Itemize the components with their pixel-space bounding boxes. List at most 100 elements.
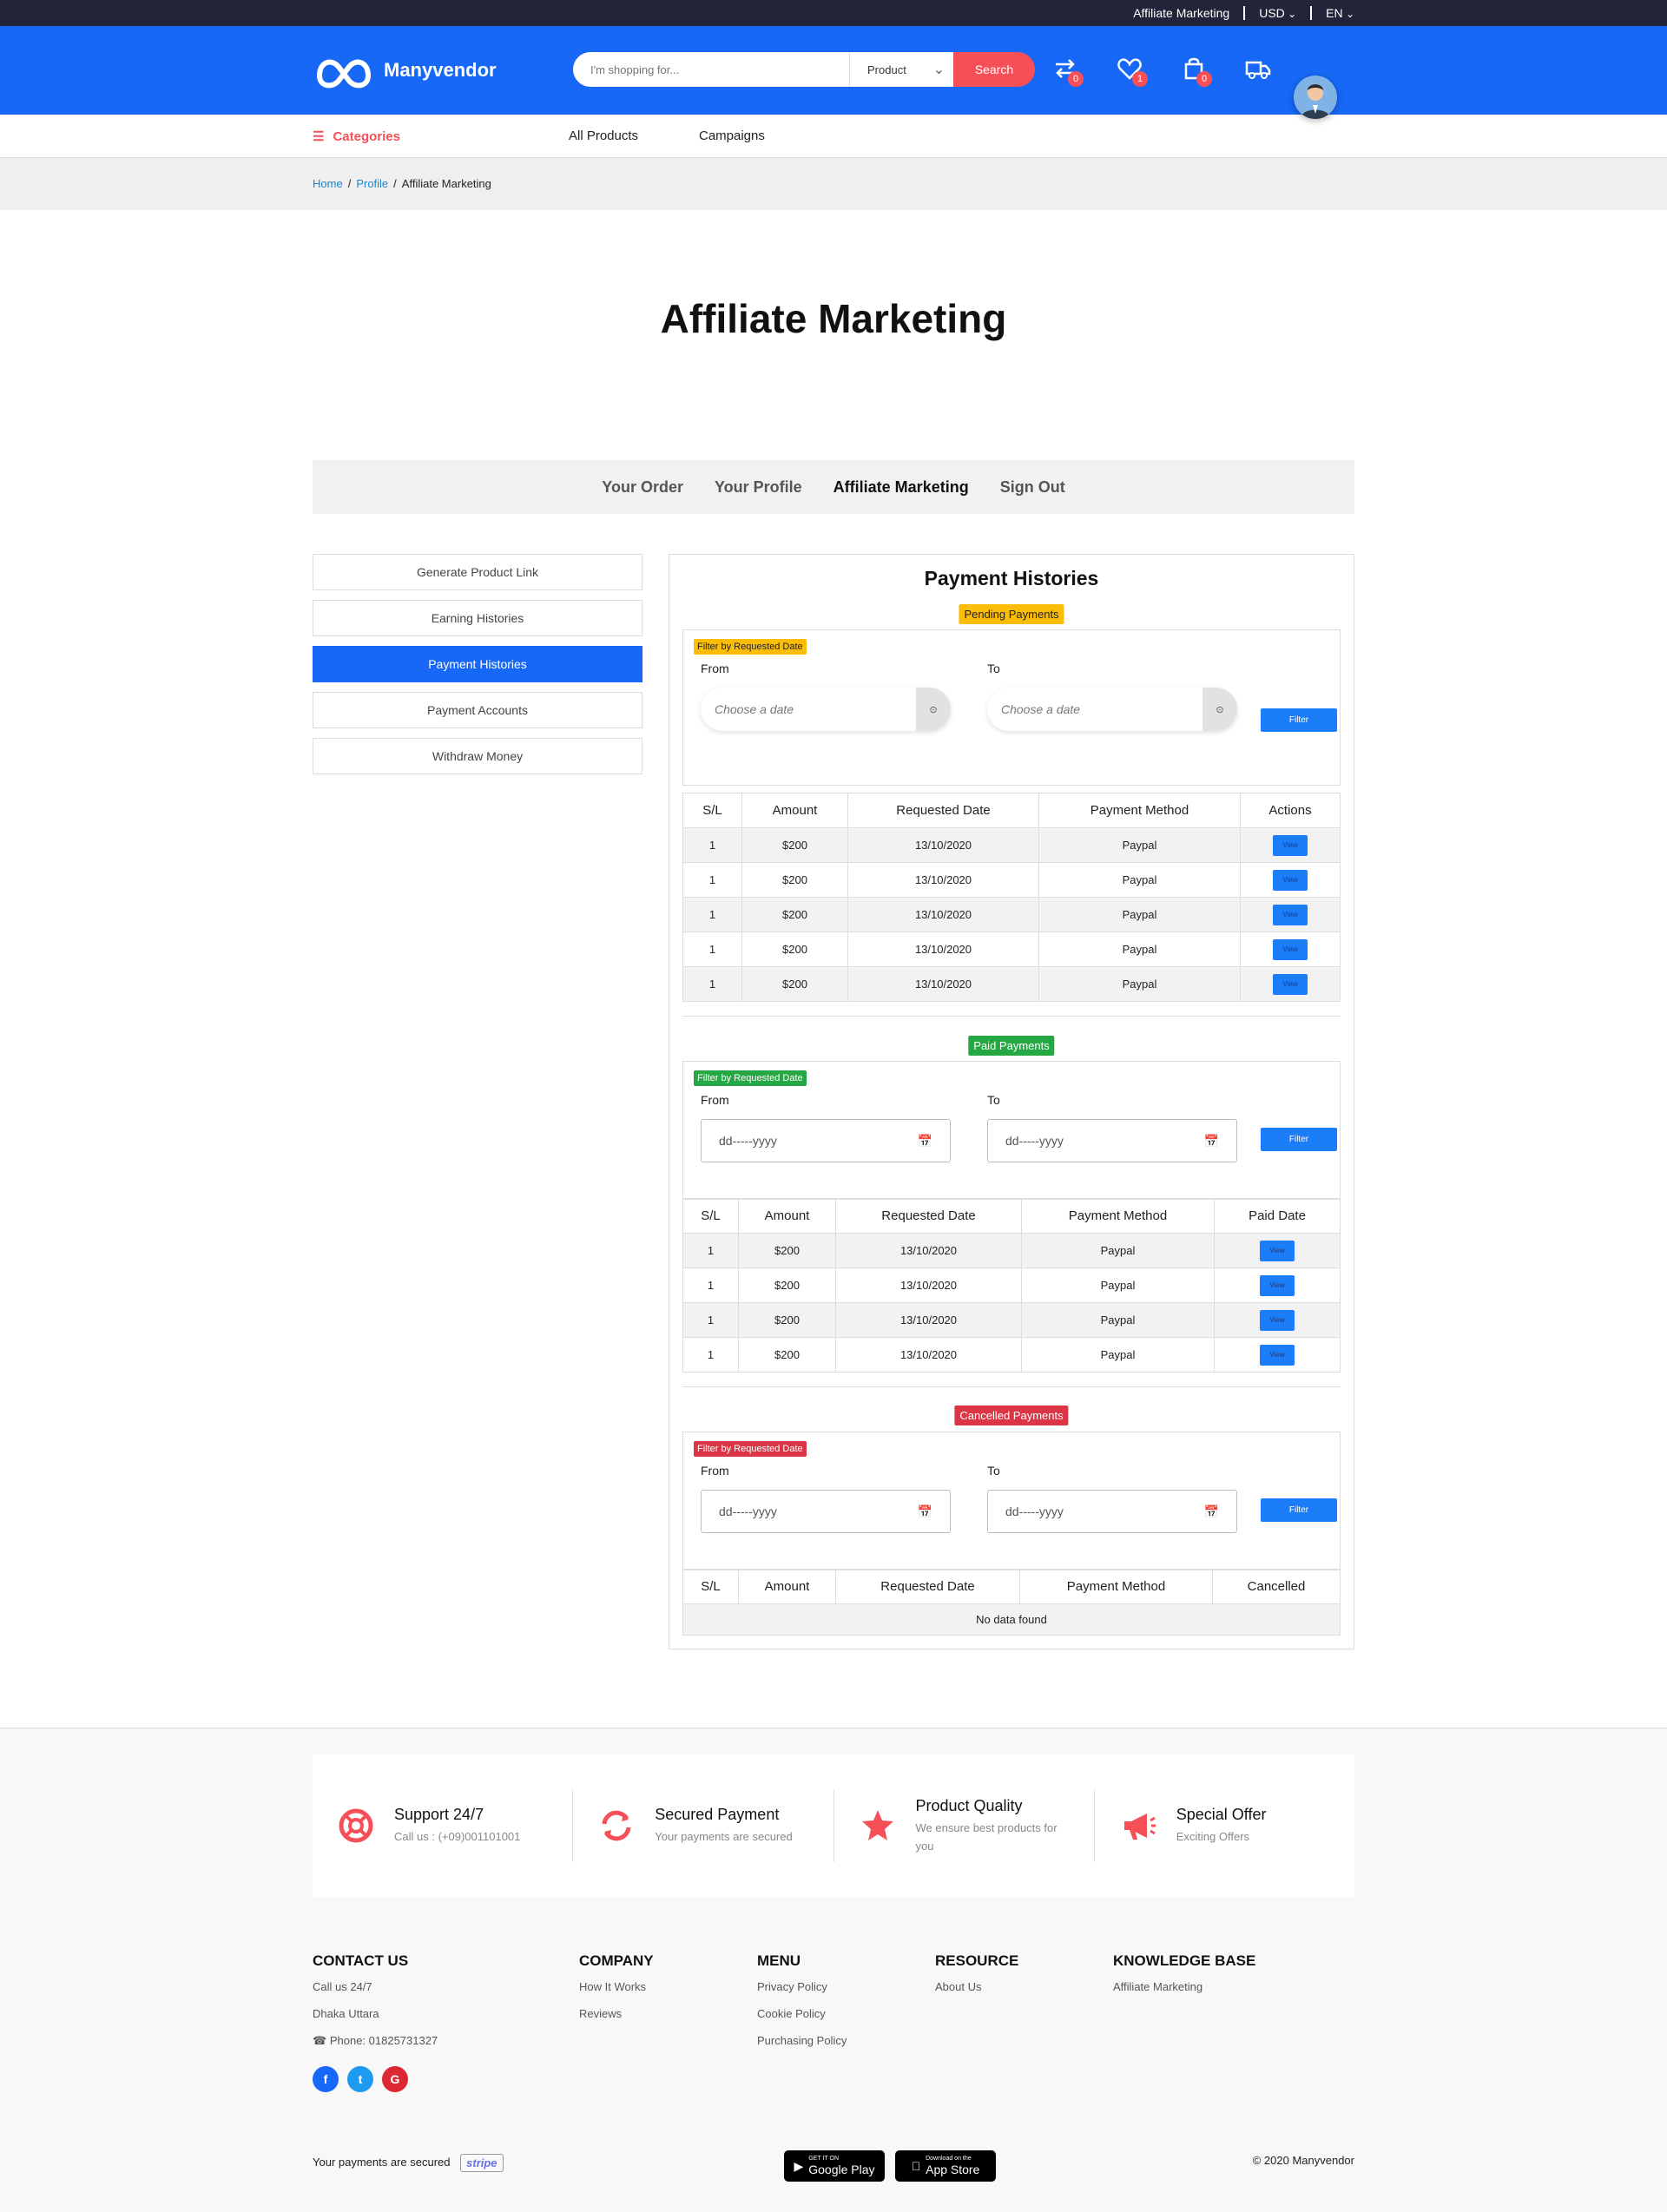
- divider: [1243, 6, 1246, 20]
- view-button[interactable]: View: [1273, 973, 1308, 995]
- currency-dropdown[interactable]: USD: [1259, 6, 1296, 20]
- view-button[interactable]: View: [1273, 834, 1308, 856]
- cell-method: Paypal: [1038, 827, 1241, 863]
- compare-count: 0: [1068, 71, 1084, 87]
- store-small-text: GET IT ON: [808, 2156, 839, 2162]
- clock-icon[interactable]: ⊙: [1202, 688, 1237, 731]
- twitter-icon[interactable]: t: [347, 2066, 373, 2092]
- feature-strip: Support 24/7 Call us : (+09)001101001 Sec…: [313, 1754, 1354, 1897]
- from-date-picker[interactable]: Choose a date ⊙: [701, 688, 951, 731]
- footer-link-cookie[interactable]: Cookie Policy: [757, 2007, 847, 2034]
- tab-affiliate-marketing[interactable]: Affiliate Marketing: [834, 478, 969, 497]
- view-button[interactable]: View: [1260, 1344, 1295, 1366]
- to-date-input[interactable]: dd-----yyyy 📅: [987, 1490, 1237, 1533]
- view-button[interactable]: View: [1260, 1309, 1295, 1331]
- compare-button[interactable]: 0: [1051, 54, 1084, 87]
- cart-button[interactable]: 0: [1179, 54, 1212, 87]
- cell-date: 13/10/2020: [835, 1337, 1022, 1373]
- wishlist-button[interactable]: 1: [1115, 54, 1148, 87]
- date-placeholder: Choose a date: [1001, 702, 1081, 716]
- search-button[interactable]: Search: [953, 52, 1035, 87]
- header-icons: 0 1 0: [1051, 54, 1273, 87]
- paid-payments-table: S/L Amount Requested Date Payment Method…: [682, 1198, 1341, 1373]
- cell-sl: 1: [682, 1337, 739, 1373]
- view-button[interactable]: View: [1260, 1240, 1295, 1261]
- app-store-button[interactable]:  Download on theApp Store: [895, 2150, 996, 2182]
- column-header: S/L: [682, 1198, 739, 1234]
- column-header: Cancelled: [1212, 1569, 1341, 1604]
- filter-button[interactable]: Filter: [1261, 1498, 1337, 1522]
- to-label: To: [987, 662, 1000, 675]
- footer-heading: COMPANY: [579, 1952, 654, 1969]
- footer-link-about[interactable]: About Us: [935, 1980, 1018, 2007]
- sidebar-item-generate-link[interactable]: Generate Product Link: [313, 554, 642, 590]
- footer-link-affiliate[interactable]: Affiliate Marketing: [1113, 1980, 1255, 2007]
- calendar-icon[interactable]: 📅: [918, 1134, 932, 1149]
- pending-payments-table: S/L Amount Requested Date Payment Method…: [682, 793, 1341, 1002]
- table-row: 1 $200 13/10/2020 Paypal View: [682, 1267, 1341, 1303]
- feature-title: Secured Payment: [655, 1806, 780, 1823]
- footer-link-privacy[interactable]: Privacy Policy: [757, 1980, 847, 2007]
- cell-actions: View: [1240, 966, 1341, 1002]
- tab-your-order[interactable]: Your Order: [602, 478, 683, 497]
- footer-heading: MENU: [757, 1952, 801, 1969]
- view-button[interactable]: View: [1273, 904, 1308, 925]
- cell-method: Paypal: [1021, 1302, 1215, 1338]
- search-category-value: Product: [867, 63, 906, 76]
- cell-method: Paypal: [1021, 1267, 1215, 1303]
- clock-icon[interactable]: ⊙: [916, 688, 951, 731]
- footer-link-reviews[interactable]: Reviews: [579, 2007, 654, 2034]
- star-icon: [861, 1810, 893, 1840]
- footer-link-purchasing[interactable]: Purchasing Policy: [757, 2034, 847, 2061]
- table-row: 1 $200 13/10/2020 Paypal View: [682, 897, 1341, 932]
- sidebar-item-payment-histories[interactable]: Payment Histories: [313, 646, 642, 682]
- to-date-input[interactable]: dd-----yyyy 📅: [987, 1119, 1237, 1162]
- footer-link-how-it-works[interactable]: How It Works: [579, 1980, 654, 2007]
- language-dropdown[interactable]: EN: [1326, 6, 1354, 20]
- calendar-icon[interactable]: 📅: [918, 1504, 932, 1519]
- table-row: 1 $200 13/10/2020 Paypal View: [682, 862, 1341, 898]
- sidebar-item-withdraw-money[interactable]: Withdraw Money: [313, 738, 642, 774]
- google-play-button[interactable]: ▶ GET IT ON Google Play: [784, 2150, 885, 2182]
- breadcrumb-home[interactable]: Home: [313, 177, 343, 190]
- filter-tag: Filter by Requested Date: [694, 1441, 807, 1457]
- filter-button[interactable]: Filter: [1261, 1128, 1337, 1151]
- cell-amount: $200: [741, 966, 848, 1002]
- brand-logo[interactable]: Manyvendor: [313, 49, 497, 91]
- filter-button[interactable]: Filter: [1261, 708, 1337, 732]
- sidebar-item-earning-histories[interactable]: Earning Histories: [313, 600, 642, 636]
- sidebar-item-payment-accounts[interactable]: Payment Accounts: [313, 692, 642, 728]
- view-button[interactable]: View: [1273, 869, 1308, 891]
- breadcrumb-profile[interactable]: Profile: [356, 177, 388, 190]
- table-header-row: S/L Amount Requested Date Payment Method…: [682, 793, 1341, 828]
- copyright: © 2020 Manyvendor: [1252, 2154, 1354, 2167]
- view-button[interactable]: View: [1273, 938, 1308, 960]
- categories-label: Categories: [333, 128, 400, 144]
- calendar-icon[interactable]: 📅: [1204, 1134, 1219, 1149]
- column-header: Amount: [738, 1569, 836, 1604]
- avatar[interactable]: [1294, 76, 1337, 119]
- track-order-button[interactable]: [1243, 54, 1273, 83]
- apple-icon: : [912, 2159, 921, 2173]
- google-icon[interactable]: G: [382, 2066, 408, 2092]
- from-date-input[interactable]: dd-----yyyy 📅: [701, 1490, 951, 1533]
- tab-sign-out[interactable]: Sign Out: [1000, 478, 1065, 497]
- logo-icon: [316, 59, 372, 89]
- affiliate-link[interactable]: Affiliate Marketing: [1133, 6, 1229, 20]
- search-category-select[interactable]: Product ⌄: [849, 52, 953, 87]
- facebook-icon[interactable]: f: [313, 2066, 339, 2092]
- to-date-picker[interactable]: Choose a date ⊙: [987, 688, 1237, 731]
- categories-menu[interactable]: ☰ Categories: [313, 128, 400, 145]
- from-date-input[interactable]: dd-----yyyy 📅: [701, 1119, 951, 1162]
- tab-your-profile[interactable]: Your Profile: [715, 478, 802, 497]
- cell-method: Paypal: [1038, 897, 1241, 932]
- nav-campaigns[interactable]: Campaigns: [699, 128, 765, 143]
- view-button[interactable]: View: [1260, 1274, 1295, 1296]
- table-row: 1 $200 13/10/2020 Paypal View: [682, 827, 1341, 863]
- search-input[interactable]: [573, 52, 849, 87]
- profile-tabs: Your Order Your Profile Affiliate Market…: [313, 460, 1354, 514]
- breadcrumb-separator: /: [347, 177, 352, 190]
- calendar-icon[interactable]: 📅: [1204, 1504, 1219, 1519]
- nav-all-products[interactable]: All Products: [569, 128, 638, 143]
- divider: [1310, 6, 1313, 20]
